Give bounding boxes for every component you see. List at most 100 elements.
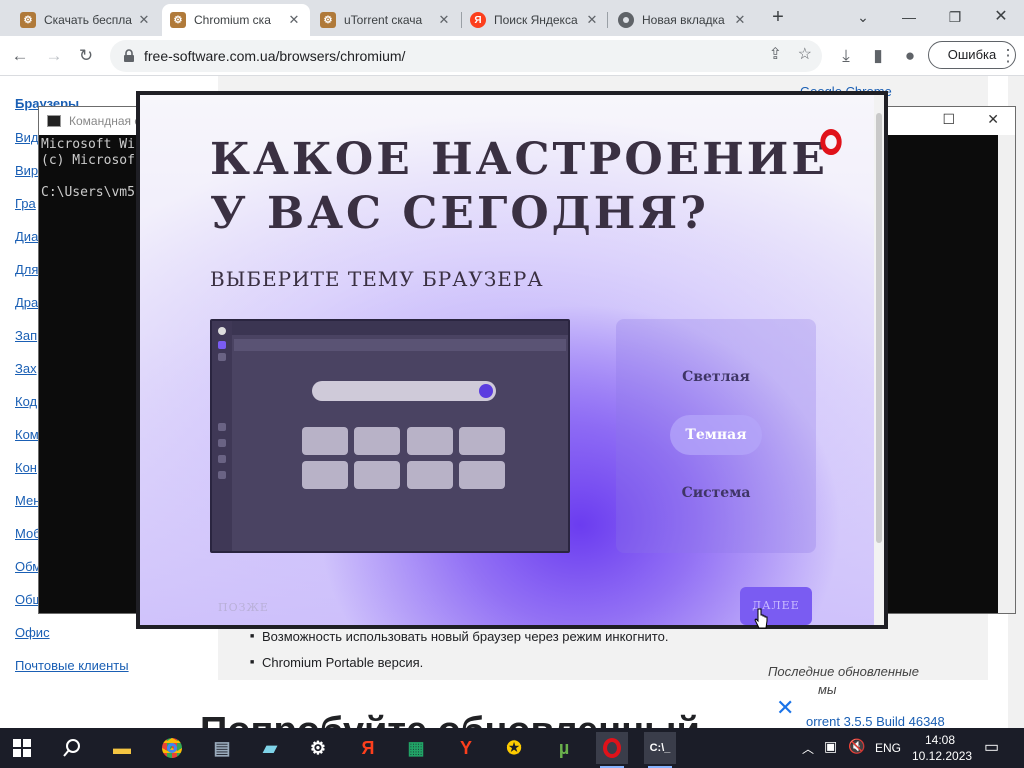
tab-active[interactable]: ⚙ Chromium ска ✕ [162, 4, 310, 36]
windows-start-icon[interactable] [6, 732, 38, 764]
sidebar-link-mail-clients[interactable]: Почтовые клиенты [15, 658, 129, 673]
yandex-browser-icon[interactable]: Y [450, 732, 482, 764]
sidebar-link[interactable]: Диа [15, 229, 38, 244]
sidebar-link[interactable]: Зах [15, 361, 37, 376]
tab-title: Новая вкладка [642, 13, 725, 27]
cmd-scrollbar[interactable] [998, 135, 1015, 613]
file-explorer-icon[interactable]: ▬ [106, 732, 138, 764]
tab-search-icon[interactable]: ⌄ [840, 4, 886, 30]
preview-speed-dial-tile [354, 427, 400, 455]
preview-searchbar [312, 381, 496, 401]
tab[interactable]: Новая вкладка ✕ [610, 4, 756, 36]
theme-preview [210, 319, 570, 553]
url-text[interactable]: free-software.com.ua/browsers/chromium/ [144, 48, 405, 64]
yandex-market-icon[interactable]: ✪ [498, 732, 530, 764]
chrome-icon[interactable] [156, 732, 188, 764]
preview-speed-dial-tile [459, 461, 505, 489]
tab[interactable]: ⚙ uTorrent скача ✕ [312, 4, 460, 36]
cmd-output[interactable]: Microsoft Wi (c) Microsof C:\Users\vm5 [41, 137, 135, 201]
tab[interactable]: ⚙ Скачать беспла ✕ [12, 4, 160, 36]
language-indicator[interactable]: ENG [875, 741, 901, 755]
close-icon[interactable]: ✕ [978, 4, 1024, 30]
download-icon[interactable]: ⤓ [832, 42, 860, 70]
preview-sidebar-icon [218, 439, 226, 447]
close-icon[interactable]: ✕ [987, 111, 999, 128]
clock[interactable]: 14:08 10.12.2023 [912, 732, 972, 764]
sidebar-link[interactable]: Гра [15, 196, 36, 211]
volume-icon[interactable]: 🔇 [848, 738, 865, 755]
search-icon[interactable] [56, 732, 88, 764]
theme-option-dark-selected[interactable]: Темная [670, 415, 762, 455]
cmd-icon [47, 115, 61, 127]
tab-title: Chromium ска [194, 13, 271, 27]
sidebar-link[interactable]: Мен [15, 493, 40, 508]
sidebar-link[interactable]: Вир [15, 163, 38, 178]
sidebar-link[interactable]: Дра [15, 295, 38, 310]
forward-icon[interactable]: → [40, 42, 68, 70]
minimize-icon[interactable]: — [886, 4, 932, 30]
bookmark-star-icon[interactable]: ☆ [798, 44, 812, 64]
preview-sidebar-icon [218, 423, 226, 431]
sidebar-link[interactable]: Для [15, 262, 38, 277]
preview-speed-dial-tile [302, 461, 348, 489]
tab-close-icon[interactable]: ✕ [732, 12, 748, 28]
sidebar-link[interactable]: Кон [15, 460, 37, 475]
opera-logo-icon [820, 129, 842, 155]
network-icon[interactable]: ▣ [824, 738, 837, 755]
scrollbar-thumb[interactable] [876, 113, 882, 543]
reload-icon[interactable]: ↻ [72, 42, 100, 70]
yandex-icon: Я [470, 12, 486, 28]
opera-icon[interactable] [596, 732, 628, 768]
sidebar-link[interactable]: Ком [15, 427, 39, 442]
preview-speed-dial-tile [459, 427, 505, 455]
free-software-icon: ⚙ [170, 12, 186, 28]
tab-title: uTorrent скача [344, 13, 423, 27]
profile-avatar-icon[interactable]: ● [896, 42, 924, 70]
settings-gear-icon[interactable]: ⚙ [302, 732, 334, 764]
tab-close-icon[interactable]: ✕ [136, 12, 152, 28]
tray-overflow-icon[interactable]: ︿ [802, 740, 814, 757]
later-button[interactable]: ПОЗЖЕ [218, 601, 269, 614]
notepad-icon[interactable]: ▰ [254, 732, 286, 764]
next-button[interactable]: ДАЛЕЕ [740, 587, 812, 625]
maximize-icon[interactable]: ☐ [942, 111, 955, 128]
headline-line: КАКОЕ НАСТРОЕНИЕ [210, 134, 828, 185]
notifications-icon[interactable]: ▭ [984, 737, 999, 757]
sidebar-link[interactable]: Вид [15, 130, 39, 145]
menu-kebab-icon[interactable]: ⋮ [994, 42, 1022, 70]
preview-sidebar-icon [218, 353, 226, 361]
lock-icon[interactable] [122, 49, 136, 63]
app-icon[interactable]: ▤ [206, 732, 238, 764]
share-icon[interactable]: ⇪ [769, 44, 782, 64]
sidebar-link[interactable]: Моб [15, 526, 41, 541]
sidebar-link[interactable]: Зап [15, 328, 37, 343]
preview-speed-dial-tile [302, 427, 348, 455]
utorrent-icon[interactable]: µ [548, 732, 580, 764]
clock-time: 14:08 [924, 733, 956, 747]
sidebar-link[interactable]: Код [15, 394, 37, 409]
sidebar-link-office[interactable]: Офис [15, 625, 50, 640]
cmd-icon[interactable]: C:\_ [644, 732, 676, 768]
side-panel-icon[interactable]: ▮ [864, 42, 892, 70]
recent-update-link[interactable]: orrent 3.5.5 Build 46348 [806, 714, 945, 729]
back-icon[interactable]: ← [6, 42, 34, 70]
yandex-icon[interactable]: Я [352, 732, 384, 764]
tab-close-icon[interactable]: ✕ [584, 12, 600, 28]
restore-icon[interactable]: ❐ [932, 4, 978, 30]
preview-sidebar-icon [218, 471, 226, 479]
cmd-title: Командная с [69, 114, 141, 128]
tab-close-icon[interactable]: ✕ [436, 12, 452, 28]
installer-headline: КАКОЕ НАСТРОЕНИЕ У ВАС СЕГОДНЯ? [210, 133, 828, 241]
hand-cursor-icon [754, 608, 768, 629]
theme-option-light[interactable]: Светлая [616, 369, 816, 385]
address-bar[interactable]: free-software.com.ua/browsers/chromium/ … [110, 40, 822, 72]
ad-close-icon[interactable]: ✕ [776, 695, 794, 721]
free-software-icon: ⚙ [320, 12, 336, 28]
installer-scrollbar[interactable] [874, 95, 884, 625]
excel-icon[interactable]: ▦ [400, 732, 432, 764]
theme-option-system[interactable]: Система [616, 485, 816, 501]
tab-close-icon[interactable]: ✕ [286, 12, 302, 28]
browser-toolbar: ← → ↻ free-software.com.ua/browsers/chro… [0, 36, 1024, 76]
new-tab-icon[interactable]: + [766, 6, 790, 30]
tab[interactable]: Я Поиск Яндекса ✕ [462, 4, 608, 36]
